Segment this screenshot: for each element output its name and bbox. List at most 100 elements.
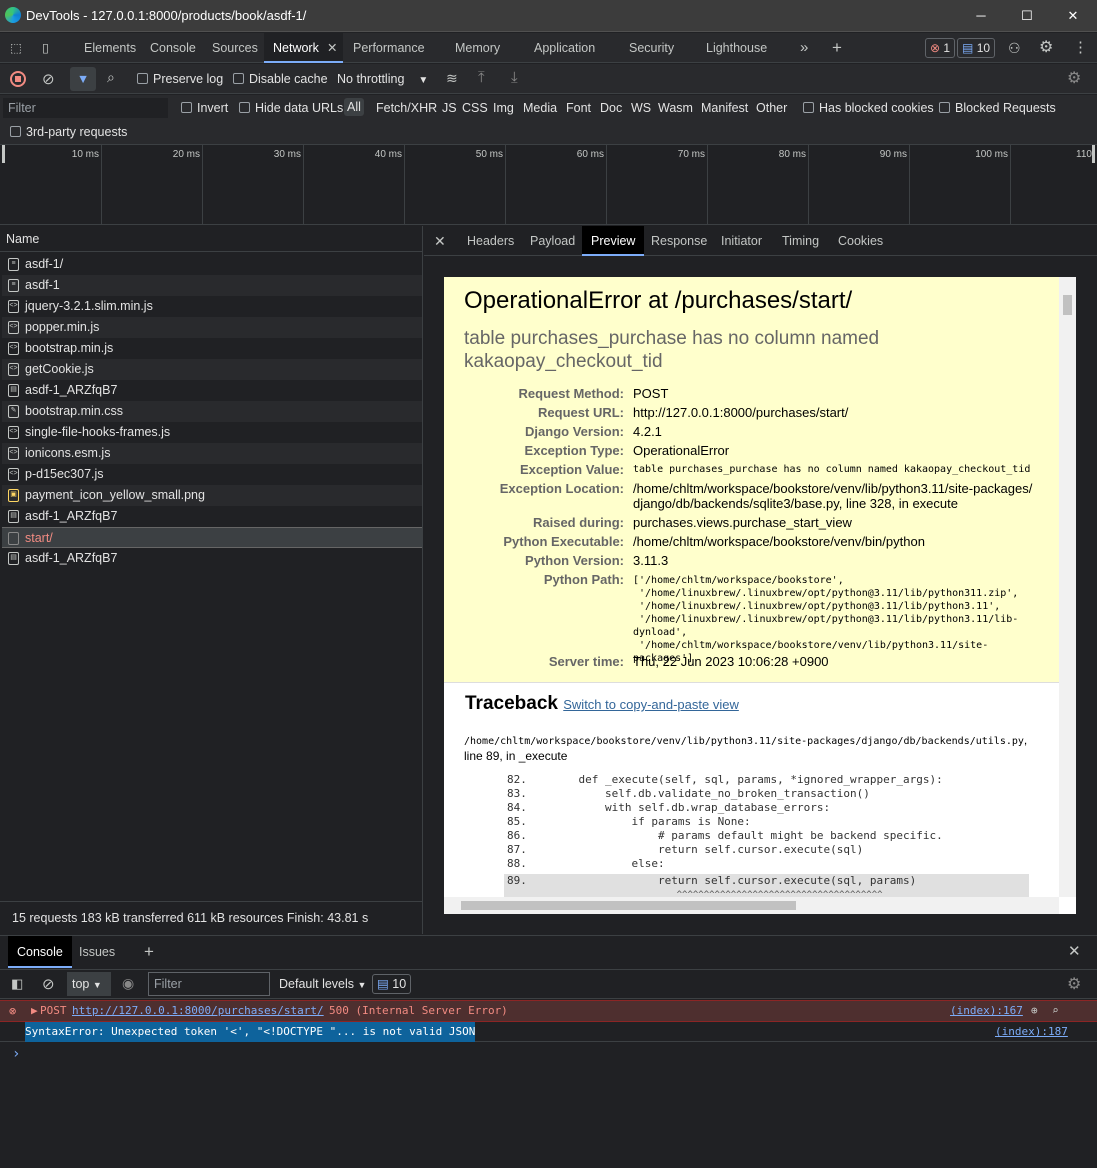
search-icon[interactable]: ⌕ [107,69,115,86]
request-row[interactable]: <> ionicons.esm.js [2,443,422,464]
type-filter-wasm[interactable]: Wasm [658,101,693,115]
disable-cache-checkbox[interactable]: Disable cache [233,72,328,86]
name-column-header[interactable]: Name [0,226,423,252]
type-filter-all[interactable]: All [344,98,364,116]
source-link[interactable]: (index):187 [995,1022,1068,1042]
request-row[interactable]: ▣ payment_icon_yellow_small.png [2,485,422,506]
network-conditions-icon[interactable]: ≋ [446,70,458,87]
source-link[interactable]: (index):167 [950,1001,1023,1021]
close-detail-icon[interactable]: ✕ [434,226,446,256]
tab-performance[interactable]: Performance [353,33,425,63]
type-filter-ws[interactable]: WS [631,101,651,115]
expand-arrow-icon[interactable]: ▶ [31,1001,38,1021]
request-row[interactable]: ▤ asdf-1_ARZfqB7 [2,548,422,569]
tab-response[interactable]: Response [651,226,707,256]
drawer-tab-issues[interactable]: Issues [79,936,115,968]
tab-lighthouse[interactable]: Lighthouse [706,33,767,63]
console-message-badge[interactable]: ▤ 10 [372,974,412,994]
request-row[interactable]: <> bootstrap.min.js [2,338,422,359]
request-row[interactable]: <> popper.min.js [2,317,422,338]
clear-icon[interactable]: ⊘ [42,70,55,88]
maximize-button[interactable]: ☐ [1004,0,1050,32]
filter-input[interactable]: Filter [3,98,168,118]
type-filter-doc[interactable]: Doc [600,101,622,115]
error-preview-frame[interactable]: OperationalError at /purchases/start/ ta… [444,277,1076,914]
console-settings-gear-icon[interactable]: ⚙ [1067,974,1081,994]
add-drawer-tab-icon[interactable]: + [144,936,154,968]
tab-sources[interactable]: Sources [212,33,258,63]
customize-icon[interactable]: ⚇ [1008,33,1021,63]
tab-security[interactable]: Security [629,33,674,63]
more-tabs-icon[interactable]: » [800,33,808,63]
timeline-start-handle[interactable] [2,145,5,163]
blocked-requests-checkbox[interactable]: Blocked Requests [939,101,1056,115]
request-row-selected[interactable]: start/ [2,527,422,548]
type-filter-media[interactable]: Media [523,101,557,115]
tab-cookies[interactable]: Cookies [838,226,883,256]
reveal-search-icon[interactable]: ⌕ [1052,1001,1059,1021]
blocked-cookies-checkbox[interactable]: Has blocked cookies [803,101,934,115]
tab-initiator[interactable]: Initiator [721,226,762,256]
invert-checkbox[interactable]: Invert [181,101,228,115]
kebab-menu-icon[interactable]: ⋮ [1073,33,1088,63]
request-row[interactable]: <> single-file-hooks-frames.js [2,422,422,443]
close-tab-icon[interactable]: ✕ [327,33,337,63]
add-tab-icon[interactable]: + [832,33,842,63]
device-toolbar-icon[interactable]: ▯ [42,33,62,63]
third-party-checkbox[interactable]: 3rd-party requests [10,125,127,139]
context-select[interactable]: top ▼ [67,972,111,996]
timeline-end-handle[interactable] [1092,145,1095,163]
live-expression-eye-icon[interactable]: ◉ [122,975,134,992]
preserve-log-checkbox[interactable]: Preserve log [137,72,223,86]
inspect-element-icon[interactable]: ⬚ [10,33,30,63]
timeline-overview[interactable]: 10 ms 20 ms 30 ms 40 ms 50 ms 60 ms 70 m… [0,145,1097,225]
log-levels-select[interactable]: Default levels ▼ [279,977,366,991]
request-row[interactable]: <> p-d15ec307.js [2,464,422,485]
request-row[interactable]: <> jquery-3.2.1.slim.min.js [2,296,422,317]
type-filter-js[interactable]: JS [442,101,457,115]
import-har-icon[interactable]: ⤒ [478,69,485,86]
request-url-link[interactable]: http://127.0.0.1:8000/purchases/start/ [72,1001,324,1021]
copy-paste-view-link[interactable]: Switch to copy-and-paste view [563,697,739,712]
tab-headers[interactable]: Headers [467,226,514,256]
tab-console[interactable]: Console [150,33,196,63]
tab-elements[interactable]: Elements [84,33,136,63]
type-filter-other[interactable]: Other [756,101,787,115]
tab-preview[interactable]: Preview [582,226,645,256]
network-settings-gear-icon[interactable]: ⚙ [1067,68,1081,88]
console-prompt[interactable]: › [0,1044,1097,1064]
type-filter-fetch[interactable]: Fetch/XHR [376,101,437,115]
close-window-button[interactable]: ✕ [1050,0,1096,32]
preview-vertical-scrollbar[interactable] [1059,277,1076,897]
preview-horizontal-scrollbar[interactable] [444,897,1059,914]
hide-data-urls-checkbox[interactable]: Hide data URLs [239,101,343,115]
request-row[interactable]: ≡ asdf-1/ [2,254,422,275]
request-row[interactable]: ✎ bootstrap.min.css [2,401,422,422]
type-filter-css[interactable]: CSS [462,101,488,115]
tab-application[interactable]: Application [534,33,595,63]
export-har-icon[interactable]: ⤓ [511,69,518,86]
console-filter-input[interactable]: Filter [148,972,270,996]
filter-funnel-icon[interactable]: ▼ [70,67,96,91]
close-drawer-icon[interactable]: ✕ [1068,936,1081,968]
error-count-badge[interactable]: ⊗ 1 [925,38,956,58]
type-filter-img[interactable]: Img [493,101,514,115]
tab-timing[interactable]: Timing [782,226,819,256]
throttling-select[interactable]: No throttling ▼ [337,72,428,86]
record-stop-icon[interactable] [10,71,26,87]
type-filter-font[interactable]: Font [566,101,591,115]
drawer-tab-console[interactable]: Console [8,936,72,968]
type-filter-manifest[interactable]: Manifest [701,101,748,115]
sidebar-toggle-icon[interactable]: ◧ [11,976,23,992]
network-globe-icon[interactable]: ⊕ [1031,1001,1038,1021]
request-row[interactable]: ▤ asdf-1_ARZfqB7 [2,506,422,527]
clear-console-icon[interactable]: ⊘ [42,975,55,993]
request-row[interactable]: ▤ asdf-1_ARZfqB7 [2,380,422,401]
request-row[interactable]: <> getCookie.js [2,359,422,380]
minimize-button[interactable]: ─ [958,0,1004,32]
message-count-badge[interactable]: ▤ 10 [957,38,996,58]
request-row[interactable]: ≡ asdf-1 [2,275,422,296]
settings-gear-icon[interactable]: ⚙ [1039,33,1053,63]
tab-memory[interactable]: Memory [455,33,500,63]
tab-payload[interactable]: Payload [530,226,575,256]
